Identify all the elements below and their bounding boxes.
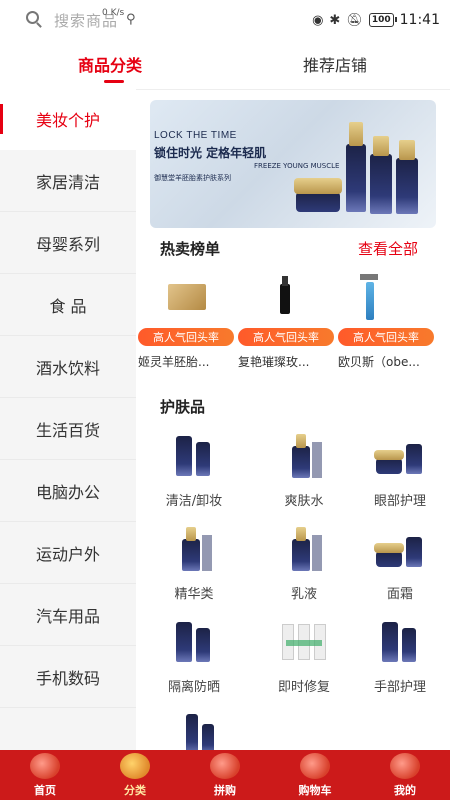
banner-headline-en: LOCK THE TIME (154, 130, 237, 141)
category-item[interactable]: 隔离防晒 (146, 618, 242, 708)
category-icon (120, 753, 150, 779)
product-thumbnail (158, 270, 218, 326)
category-item[interactable]: 清洁/卸妆 (146, 432, 242, 522)
category-image (278, 432, 330, 480)
tab-recommended-stores[interactable]: 推荐店铺 (303, 52, 367, 76)
hot-list-title: 热卖榜单 (160, 240, 221, 258)
sidebar-item-auto[interactable]: 汽车用品 (0, 584, 136, 646)
top-tabs: 商品分类 推荐店铺 (0, 42, 450, 90)
category-image (374, 618, 426, 666)
category-image (168, 432, 220, 480)
category-label: 眼部护理 (373, 494, 426, 509)
home-icon (30, 753, 60, 779)
battery-icon: 100 (368, 13, 397, 27)
banner-series-name: 御慧堂羊胚胎素护肤系列 (154, 174, 231, 182)
nav-cart-label: 购物车 (298, 784, 332, 797)
sidebar-item-sports[interactable]: 运动户外 (0, 522, 136, 584)
usb-icon: ⚲ (126, 12, 136, 27)
popularity-badge: 高人气回头率 (138, 328, 234, 346)
nav-home-label: 首页 (34, 784, 56, 797)
profile-icon (390, 753, 420, 779)
tab-active-indicator (104, 80, 124, 83)
banner-headline-cn: 锁住时光 定格年轻肌 (154, 146, 267, 160)
nav-mine-label: 我的 (394, 784, 416, 797)
category-image (278, 618, 330, 666)
sidebar-item-food[interactable]: 食 品 (0, 274, 136, 336)
category-label: 即时修复 (277, 680, 330, 695)
nav-group-buy[interactable]: 拼购 (180, 750, 270, 800)
category-image (278, 525, 330, 573)
nav-mine[interactable]: 我的 (360, 750, 450, 800)
category-sidebar: 美妆个护 家居清洁 母婴系列 食 品 酒水饮料 生活百货 电脑办公 运动户外 汽… (0, 88, 136, 750)
nav-category[interactable]: 分类 (90, 750, 180, 800)
sidebar-item-drinks[interactable]: 酒水饮料 (0, 336, 136, 398)
banner-subline-en: FREEZE YOUNG MUSCLE (254, 162, 340, 170)
category-item[interactable]: 手部护理 (352, 618, 448, 708)
category-image (168, 618, 220, 666)
view-all-link[interactable]: 查看全部 (358, 238, 418, 259)
status-bar: 搜索商品 0 K/s ⚲ ◉ ✱ 🔕︎ 100 11:41 (0, 0, 450, 42)
category-image (168, 525, 220, 573)
status-indicators: ◉ ✱ 🔕︎ 100 11:41 (312, 12, 440, 28)
product-thumbnail (256, 270, 316, 326)
sidebar-item-home-cleaning[interactable]: 家居清洁 (0, 150, 136, 212)
product-thumbnail (352, 270, 412, 326)
nav-cart[interactable]: 购物车 (270, 750, 360, 800)
bluetooth-icon: ✱ (329, 12, 341, 28)
product-name: 姬灵羊胚胎... (138, 355, 210, 369)
category-label: 面霜 (386, 587, 413, 602)
popularity-badge: 高人气回头率 (338, 328, 434, 346)
category-item[interactable]: 精华类 (146, 525, 242, 615)
category-item[interactable]: 即时修复 (256, 618, 352, 708)
category-label: 隔离防晒 (167, 680, 220, 695)
nav-home[interactable]: 首页 (0, 750, 90, 800)
category-item[interactable]: 眼部护理 (352, 432, 448, 522)
clock: 11:41 (399, 12, 440, 28)
popularity-badge: 高人气回头率 (238, 328, 334, 346)
category-label: 乳液 (290, 587, 317, 602)
category-label: 精华类 (174, 587, 214, 602)
sidebar-item-beauty[interactable]: 美妆个护 (0, 88, 136, 150)
mute-icon: 🔕︎ (346, 12, 363, 28)
promo-banner[interactable]: LOCK THE TIME 锁住时光 定格年轻肌 FREEZE YOUNG MU… (150, 100, 436, 228)
nav-category-label: 分类 (124, 784, 146, 797)
product-name: 欧贝斯（obe... (338, 355, 420, 369)
tab-categories[interactable]: 商品分类 (78, 52, 142, 76)
category-label: 爽肤水 (284, 494, 324, 509)
category-image (374, 525, 426, 573)
bottom-nav: 首页 分类 拼购 购物车 我的 (0, 750, 450, 800)
category-item-partial[interactable] (176, 714, 228, 754)
category-image (374, 432, 426, 480)
net-speed: 0 K/s (102, 8, 125, 18)
sidebar-item-mother-baby[interactable]: 母婴系列 (0, 212, 136, 274)
sidebar-item-digital[interactable]: 手机数码 (0, 646, 136, 708)
category-item[interactable]: 面霜 (352, 525, 448, 615)
category-label: 手部护理 (373, 680, 426, 695)
cart-icon (300, 753, 330, 779)
nav-group-buy-label: 拼购 (214, 784, 236, 797)
category-item[interactable]: 乳液 (256, 525, 352, 615)
category-item[interactable]: 爽肤水 (256, 432, 352, 522)
group-buy-icon (210, 753, 240, 779)
category-label: 清洁/卸妆 (165, 494, 223, 509)
sidebar-item-daily-goods[interactable]: 生活百货 (0, 398, 136, 460)
product-name: 复艳璀璨玫... (238, 355, 310, 369)
eye-icon: ◉ (312, 12, 324, 28)
section-title: 护肤品 (160, 398, 206, 416)
sidebar-item-office[interactable]: 电脑办公 (0, 460, 136, 522)
